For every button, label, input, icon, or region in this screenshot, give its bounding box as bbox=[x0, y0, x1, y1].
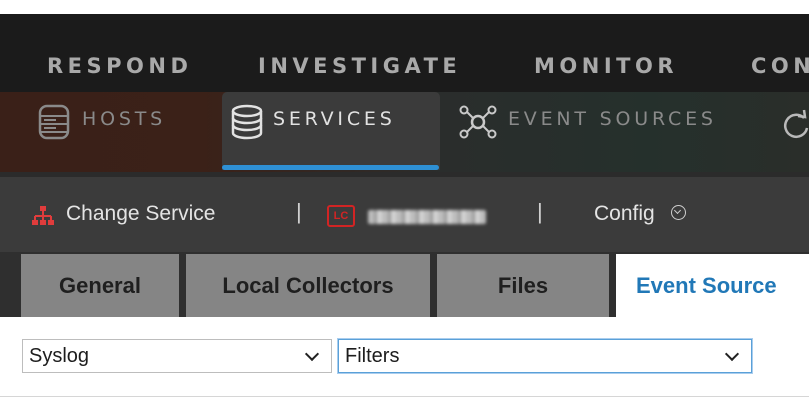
tab-services[interactable]: SERVICES bbox=[222, 92, 440, 170]
nav-investigate[interactable]: INVESTIGATE bbox=[258, 54, 461, 78]
sub-navigation: HOSTS SERVICES EVENT SOURCES bbox=[0, 92, 809, 172]
filters-select[interactable]: Filters bbox=[338, 339, 752, 373]
chevron-down-icon bbox=[724, 346, 740, 362]
event-source-type-value: Syslog bbox=[29, 345, 90, 367]
tab-hosts[interactable]: HOSTS bbox=[34, 92, 204, 170]
separator: | bbox=[296, 199, 302, 224]
chevron-down-icon bbox=[304, 346, 320, 362]
refresh-icon[interactable] bbox=[778, 108, 809, 144]
nav-respond[interactable]: RESPOND bbox=[47, 54, 192, 78]
separator: | bbox=[537, 199, 543, 224]
content-divider bbox=[0, 396, 809, 397]
filters-select-value: Filters bbox=[345, 345, 400, 367]
tab-services-label: SERVICES bbox=[273, 108, 396, 130]
change-service-button[interactable]: Change Service bbox=[66, 202, 215, 226]
network-hub-icon bbox=[456, 102, 500, 142]
filter-area: Syslog Filters bbox=[0, 317, 809, 411]
tab-local-collectors[interactable]: Local Collectors bbox=[186, 254, 430, 317]
tab-files[interactable]: Files bbox=[437, 254, 609, 317]
config-dropdown[interactable]: Config bbox=[594, 202, 655, 226]
top-margin bbox=[0, 0, 809, 14]
active-tab-indicator bbox=[222, 165, 439, 170]
event-source-type-select[interactable]: Syslog bbox=[22, 339, 332, 373]
service-type-badge: LC bbox=[327, 205, 355, 227]
service-name-redacted bbox=[368, 210, 486, 224]
tab-general[interactable]: General bbox=[21, 254, 179, 317]
database-icon bbox=[229, 102, 265, 142]
chevron-down-circle-icon[interactable] bbox=[671, 205, 686, 220]
tab-event-sources[interactable]: EVENT SOURCES bbox=[456, 92, 756, 170]
config-tabs: General Local Collectors Files Event Sou… bbox=[0, 252, 809, 317]
network-tree-icon[interactable] bbox=[32, 205, 54, 232]
tab-event-sources-label: EVENT SOURCES bbox=[508, 108, 717, 130]
tab-event-sources-config[interactable]: Event Source bbox=[616, 254, 809, 317]
nav-monitor[interactable]: MONITOR bbox=[534, 54, 678, 78]
main-navigation: RESPOND INVESTIGATE MONITOR CON bbox=[0, 14, 809, 92]
service-toolbar: Change Service | LC | Config bbox=[0, 177, 809, 252]
nav-config[interactable]: CON bbox=[751, 54, 809, 78]
server-rack-icon bbox=[34, 102, 74, 142]
tab-hosts-label: HOSTS bbox=[82, 108, 166, 130]
